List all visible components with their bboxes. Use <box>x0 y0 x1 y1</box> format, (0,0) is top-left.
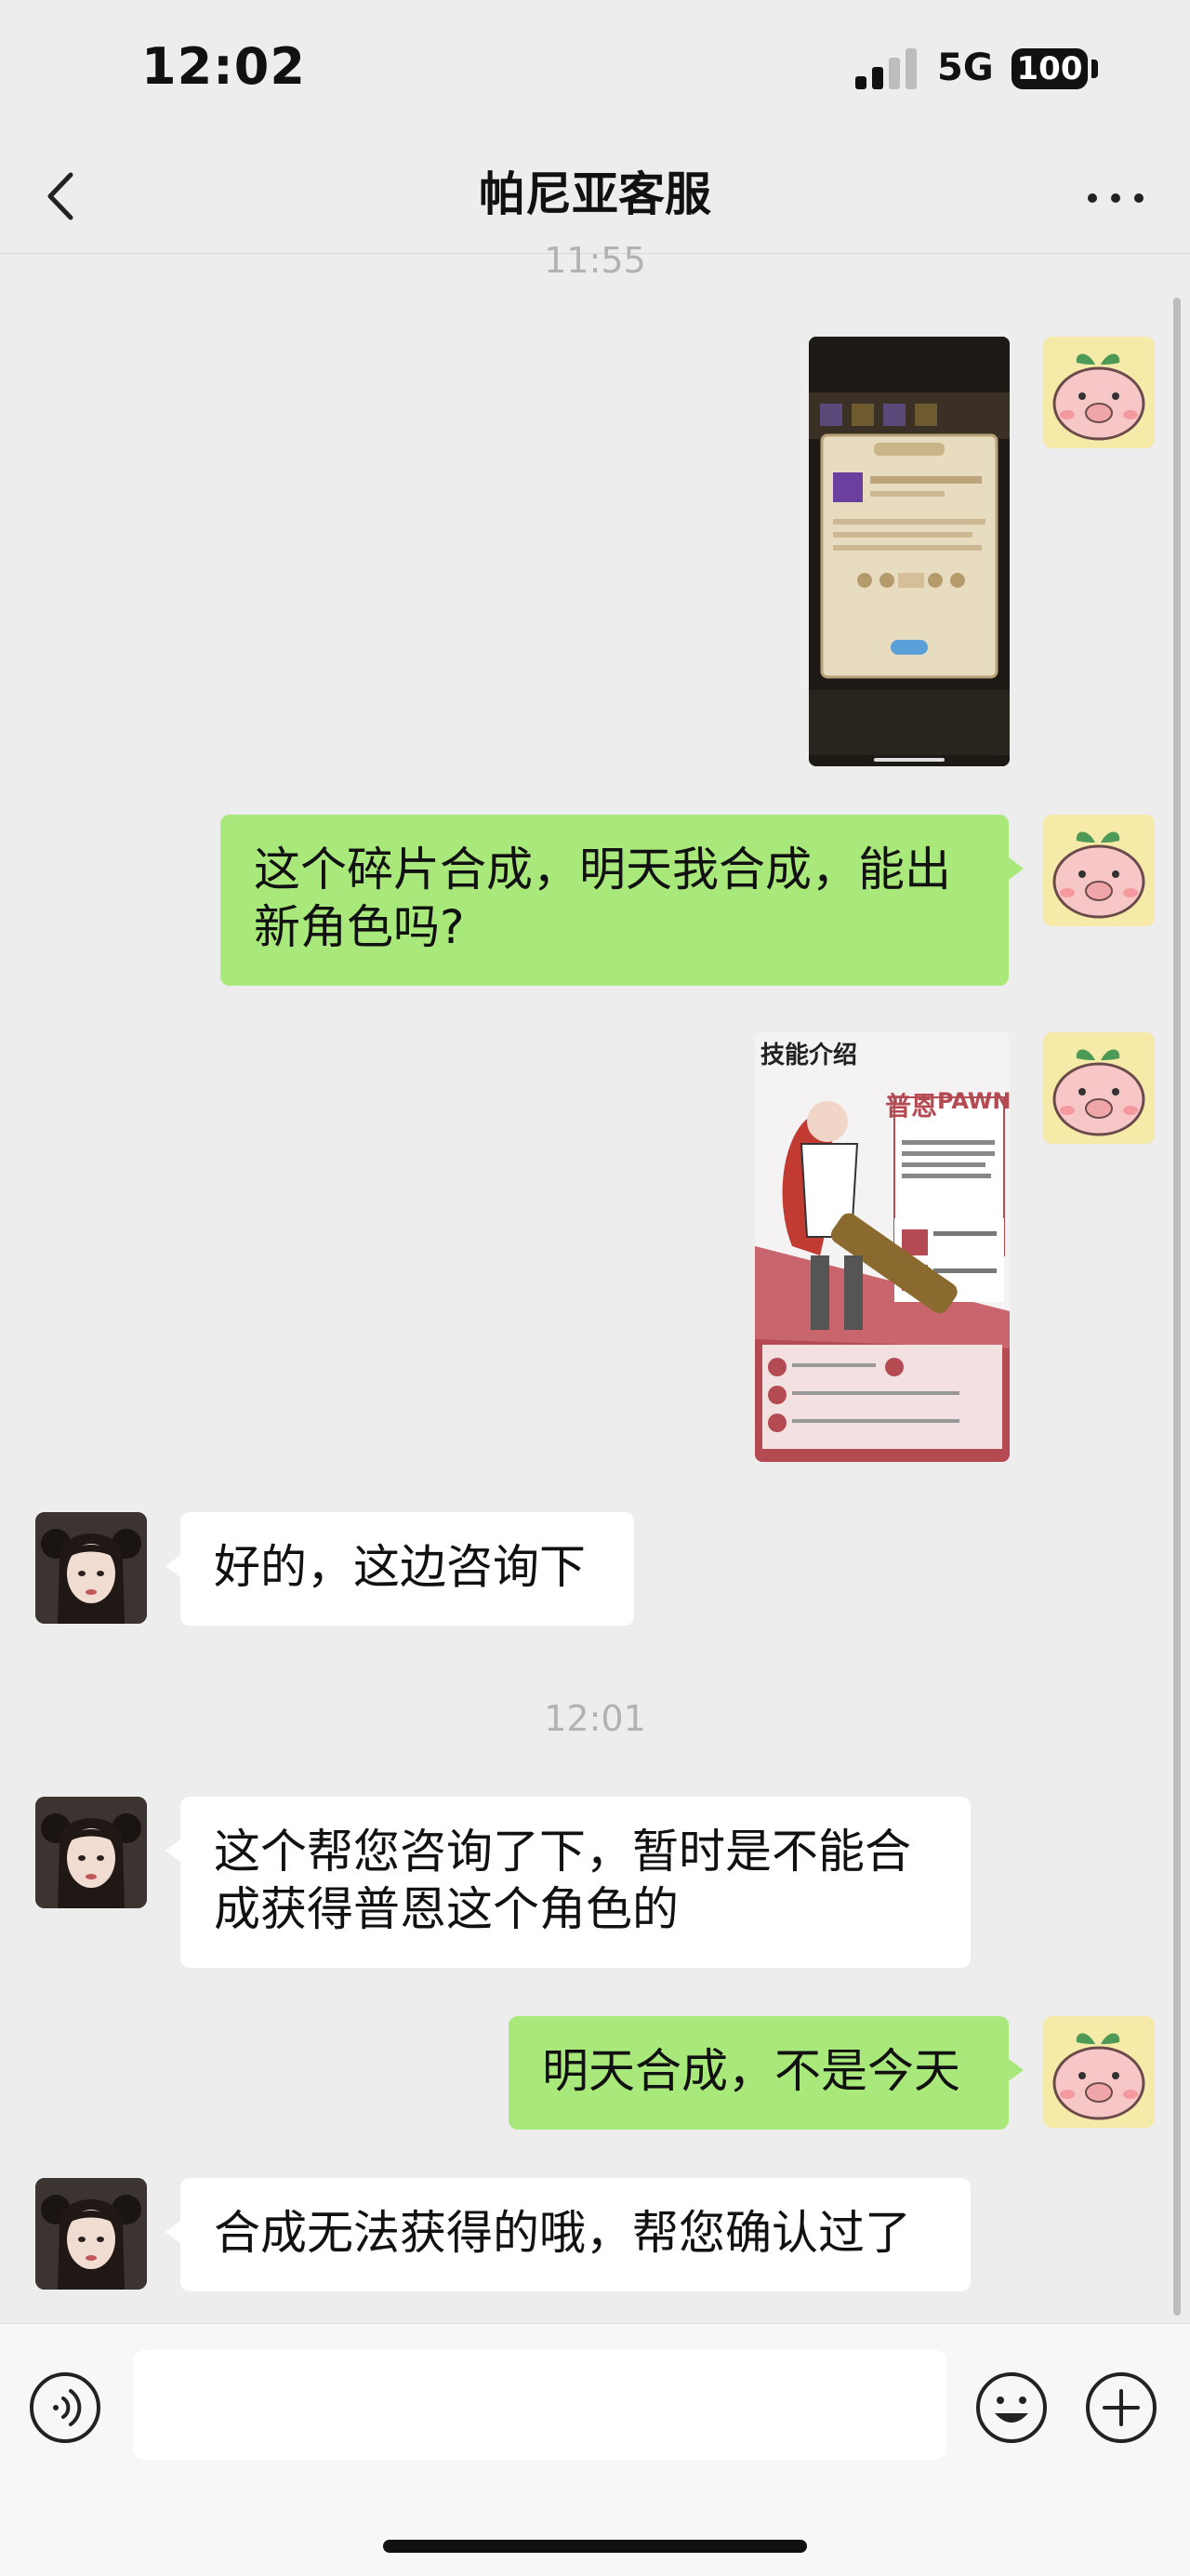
agent-avatar[interactable] <box>35 1797 147 1908</box>
signal-icon <box>855 48 920 89</box>
self-avatar[interactable] <box>1043 1032 1155 1144</box>
self-avatar[interactable] <box>1043 337 1155 448</box>
pig-avatar-icon <box>1043 337 1155 448</box>
agent-avatar[interactable] <box>35 1512 147 1624</box>
agent-avatar-icon <box>35 1512 147 1624</box>
battery-icon: 100 <box>1012 48 1088 89</box>
self-avatar[interactable] <box>1043 2016 1155 2128</box>
agent-avatar[interactable] <box>35 2178 147 2290</box>
network-type: 5G <box>937 46 994 89</box>
nav-bar: 帕尼亚客服 <box>0 139 1190 254</box>
agent-avatar-icon <box>35 1797 147 1908</box>
voice-button[interactable] <box>28 2370 102 2445</box>
timestamp: 12:01 <box>544 1698 646 1739</box>
game-screenshot-image <box>809 337 1010 766</box>
scrollbar[interactable] <box>1173 298 1181 2316</box>
chat-title: 帕尼亚客服 <box>479 167 711 221</box>
poster-name-en: PAWN <box>937 1088 1010 1114</box>
emoji-button[interactable] <box>974 2370 1049 2445</box>
agent-avatar-icon <box>35 2178 147 2290</box>
poster-name-cn: 普恩 <box>885 1091 938 1122</box>
status-bar: 12:02 5G 100 <box>0 0 1190 139</box>
message-bubble-agent[interactable]: 好的，这边咨询下 <box>165 1512 634 1626</box>
poster-header: 技能介绍 <box>760 1042 858 1069</box>
emoji-icon <box>976 2372 1047 2443</box>
timestamp: 11:55 <box>544 240 646 281</box>
home-indicator <box>383 2540 807 2553</box>
voice-icon <box>30 2372 100 2443</box>
message-bubble-self[interactable]: 明天合成，不是今天 <box>509 2016 1024 2130</box>
message-input[interactable] <box>133 2350 946 2460</box>
more-button[interactable] <box>1078 164 1153 229</box>
pig-avatar-icon <box>1043 815 1155 926</box>
self-avatar[interactable] <box>1043 815 1155 926</box>
status-time: 12:02 <box>141 37 306 96</box>
image-message-poster[interactable]: 技能介绍 普恩 PAWN <box>755 1032 1010 1462</box>
plus-circle-icon <box>1086 2372 1157 2443</box>
plus-button[interactable] <box>1084 2370 1158 2445</box>
input-bar <box>0 2323 1190 2576</box>
message-bubble-agent[interactable]: 这个帮您咨询了下，暂时是不能合 成获得普恩这个角色的 <box>165 1797 971 1968</box>
pig-avatar-icon <box>1043 1032 1155 1144</box>
message-bubble-self[interactable]: 这个碎片合成，明天我合成，能出 新角色吗? <box>220 815 1024 986</box>
pig-avatar-icon <box>1043 2016 1155 2128</box>
battery-tip <box>1091 60 1098 78</box>
image-message-screenshot[interactable] <box>809 337 1010 766</box>
more-dots-icon <box>1088 193 1097 203</box>
message-bubble-agent[interactable]: 合成无法获得的哦，帮您确认过了 <box>165 2178 971 2291</box>
